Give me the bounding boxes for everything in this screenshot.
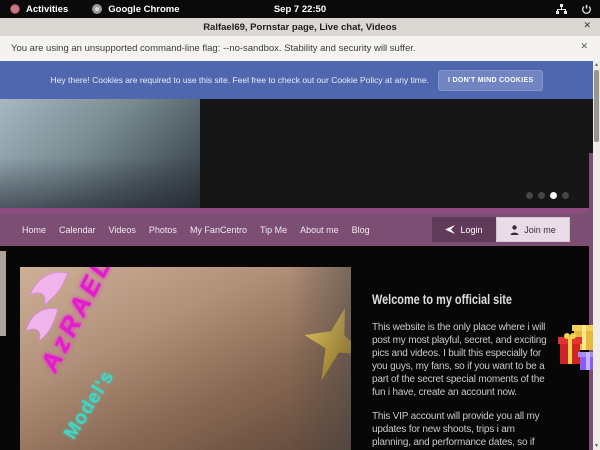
power-icon[interactable] <box>581 4 592 15</box>
login-button[interactable]: Login <box>432 217 496 242</box>
main-content: AzRAEL Model's Welcome to my official si… <box>0 246 594 450</box>
browser-scrollbar[interactable]: ▲ ▼ <box>593 61 600 450</box>
window-title: Ralfael69, Pornstar page, Live chat, Vid… <box>203 22 397 33</box>
profile-photo-placeholder: AzRAEL Model's <box>20 267 351 450</box>
site-navbar: Home Calendar Videos Photos My FanCentro… <box>0 213 594 246</box>
nav-item-tipme[interactable]: Tip Me <box>260 225 287 235</box>
login-label: Login <box>460 225 482 235</box>
carousel-dot-active[interactable] <box>550 192 557 199</box>
carousel-dots <box>526 192 569 199</box>
cookie-notice-bar: Hey there! Cookies are required to use t… <box>0 61 594 99</box>
warning-close-icon[interactable]: ✕ <box>580 41 588 52</box>
cookie-accept-button[interactable]: I DON'T MIND COOKIES <box>438 70 543 91</box>
welcome-section: Welcome to my official site This website… <box>372 291 550 450</box>
person-icon <box>510 225 519 235</box>
nav-item-aboutme[interactable]: About me <box>300 225 339 235</box>
cookie-message: Hey there! Cookies are required to use t… <box>51 75 429 85</box>
hero-carousel <box>0 99 594 208</box>
window-close-icon[interactable]: ✕ <box>583 20 591 31</box>
nav-item-calendar[interactable]: Calendar <box>59 225 96 235</box>
nav-item-videos[interactable]: Videos <box>109 225 136 235</box>
network-icon[interactable] <box>556 4 567 15</box>
warning-message: You are using an unsupported command-lin… <box>11 43 416 54</box>
nav-item-fancentro[interactable]: My FanCentro <box>190 225 247 235</box>
gifts-sticker-icon[interactable] <box>558 322 598 377</box>
carousel-dot[interactable] <box>538 192 545 199</box>
carousel-dot[interactable] <box>526 192 533 199</box>
page-edge-artifact <box>0 251 6 336</box>
welcome-paragraph: This VIP account will provide you all my… <box>372 410 550 450</box>
send-icon <box>445 225 455 234</box>
welcome-heading: Welcome to my official site <box>372 291 511 307</box>
nav-item-blog[interactable]: Blog <box>352 225 370 235</box>
welcome-paragraph: This website is the only place where i w… <box>372 321 550 399</box>
scroll-down-icon[interactable]: ▼ <box>593 442 600 450</box>
join-me-label: Join me <box>524 225 556 235</box>
system-top-bar: Activities Google Chrome Sep 7 22:50 <box>0 0 600 18</box>
nav-item-photos[interactable]: Photos <box>149 225 177 235</box>
gold-star-icon <box>303 307 351 388</box>
clock-button[interactable]: Sep 7 22:50 <box>0 4 600 15</box>
join-me-button[interactable]: Join me <box>496 217 570 242</box>
carousel-dot[interactable] <box>562 192 569 199</box>
window-titlebar[interactable]: Ralfael69, Pornstar page, Live chat, Vid… <box>0 18 600 37</box>
nav-item-home[interactable]: Home <box>22 225 46 235</box>
logo-subtext: Model's <box>60 367 119 444</box>
desktop-screen: Activities Google Chrome Sep 7 22:50 Ral… <box>0 0 600 450</box>
hero-image-placeholder <box>0 99 200 208</box>
sandbox-warning-bar: You are using an unsupported command-lin… <box>0 36 600 62</box>
scrollbar-thumb[interactable] <box>594 70 599 142</box>
scroll-up-icon[interactable]: ▲ <box>593 61 600 69</box>
